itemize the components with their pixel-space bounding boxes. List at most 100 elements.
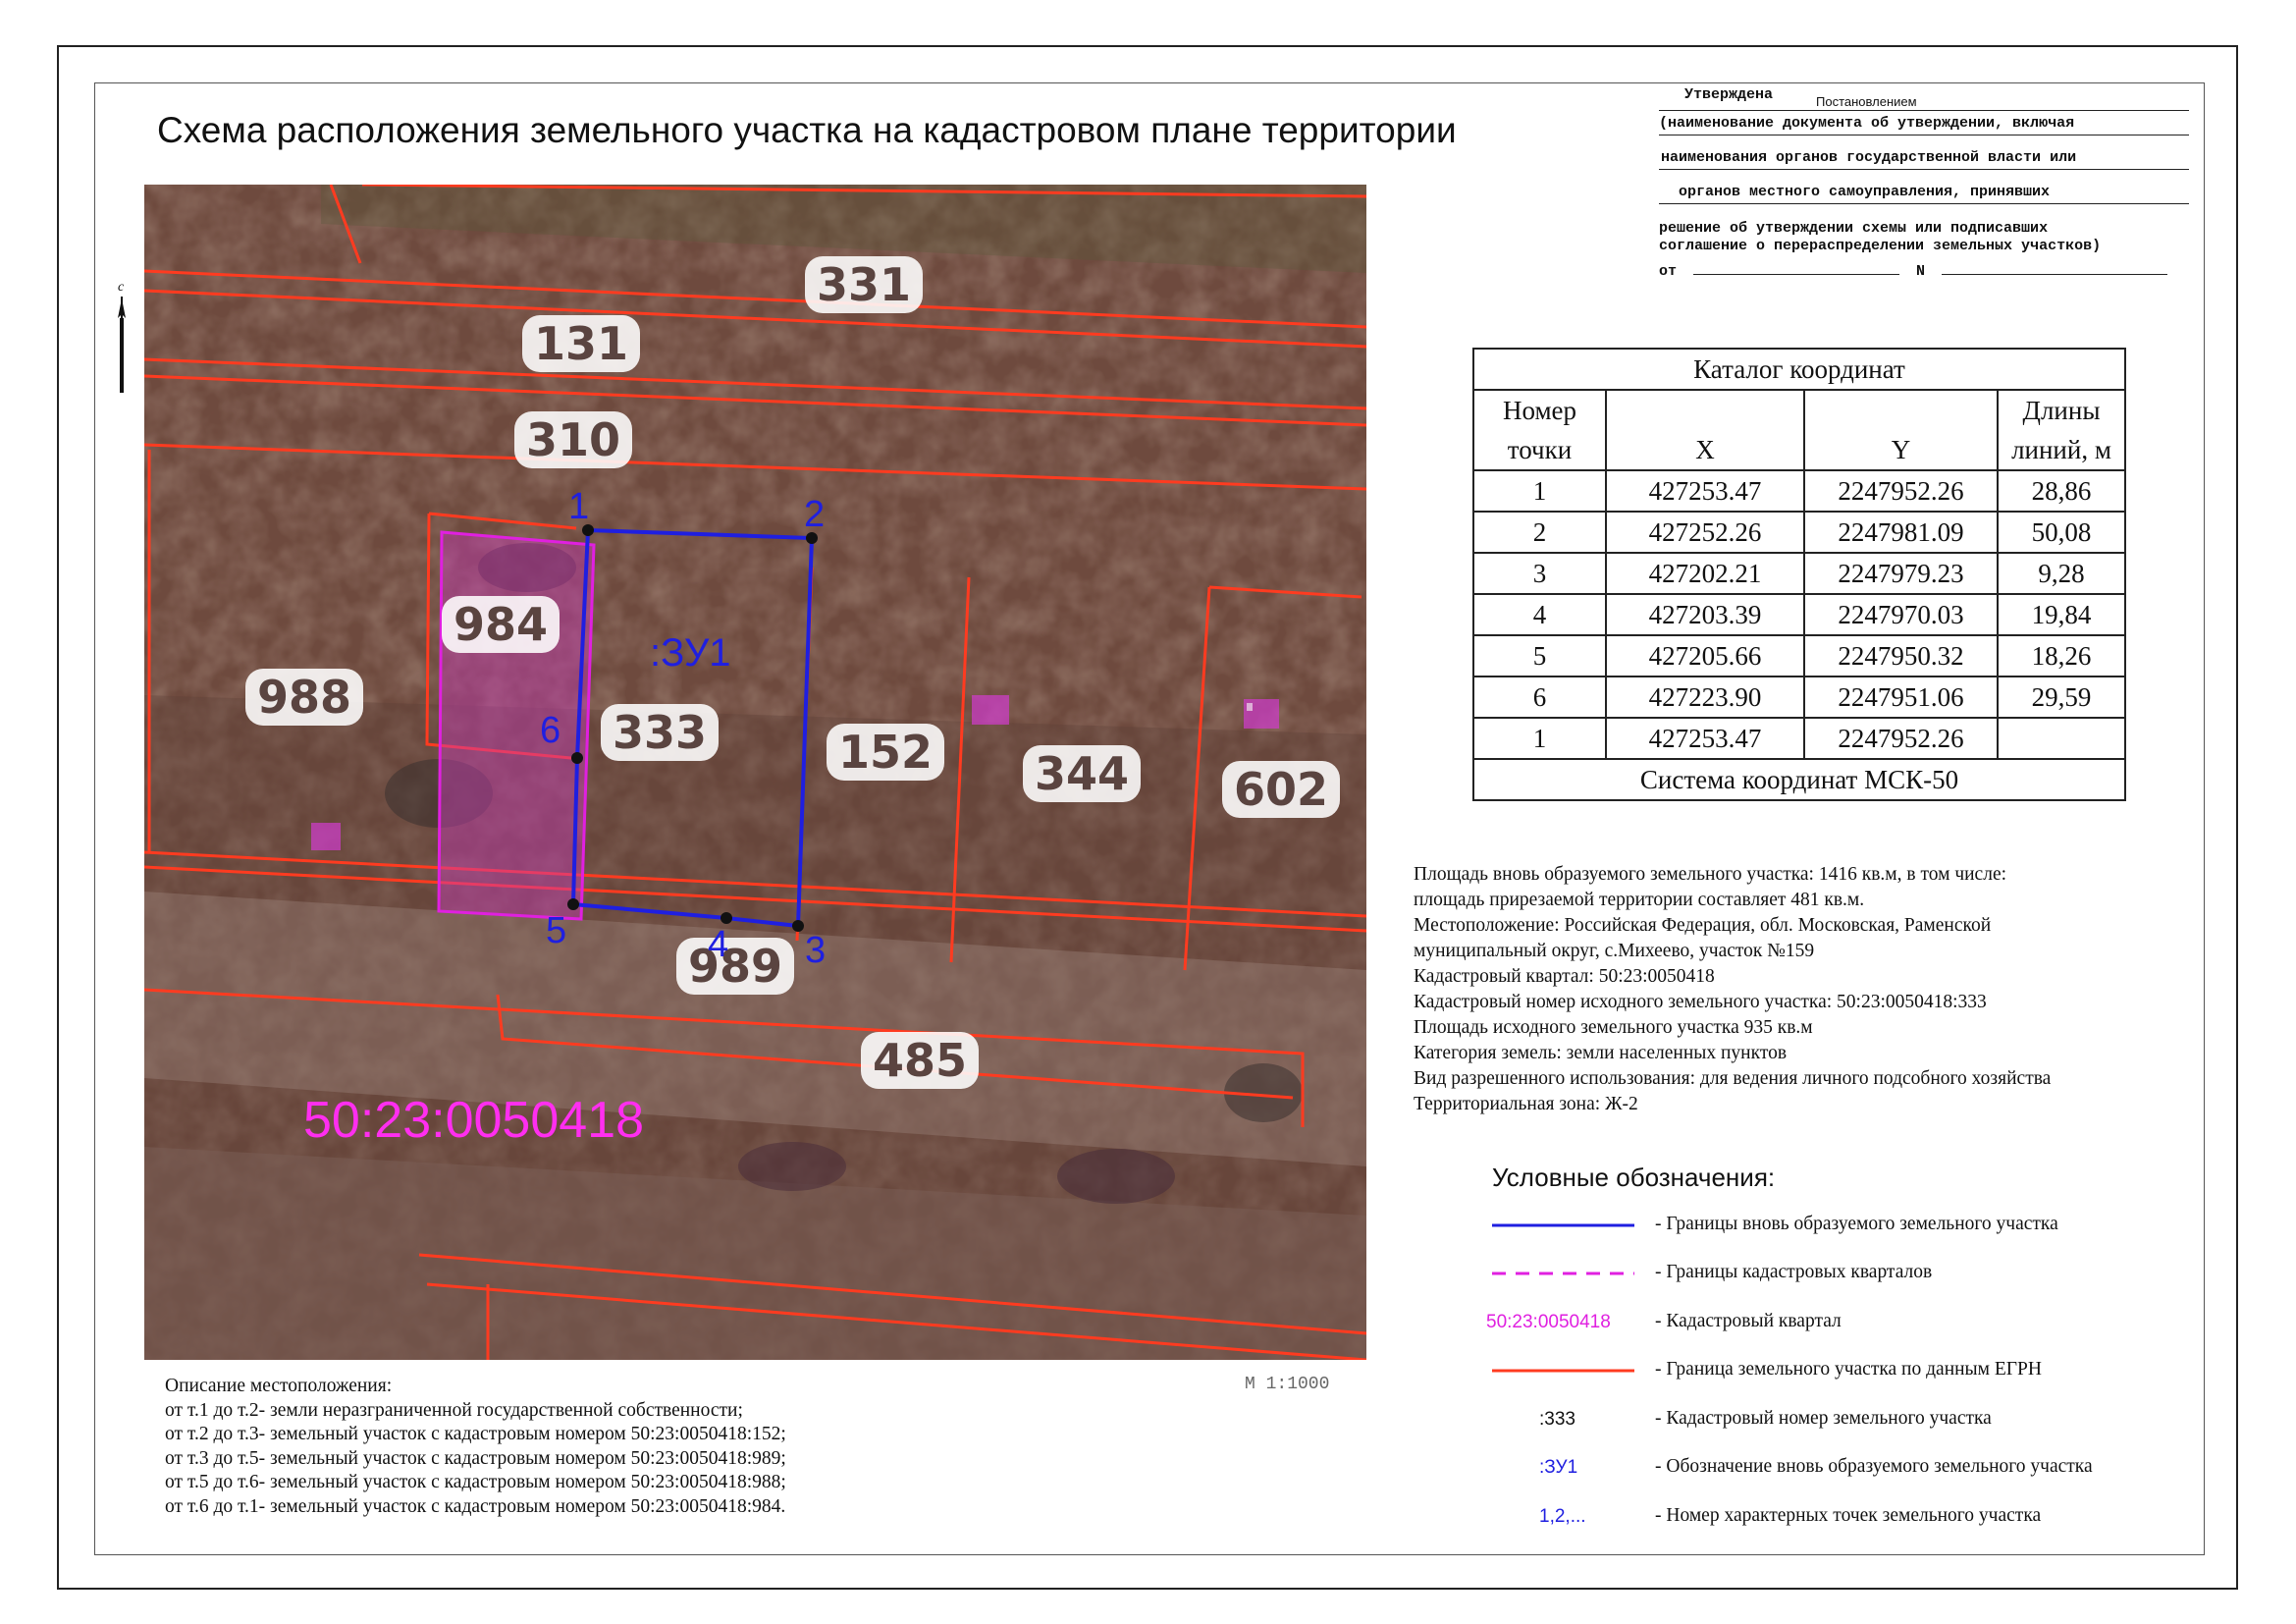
coordinate-catalog: Каталог координат Номер Длины точки X Y … — [1472, 348, 2126, 801]
point-5-marker — [567, 898, 579, 910]
north-arrow-icon: c — [118, 280, 126, 393]
new-parcel-label: :ЗУ1 — [650, 631, 730, 675]
legend-text: - Номер характерных точек земельного уча… — [1655, 1505, 2042, 1526]
catalog-cell-y: 2247981.09 — [1803, 511, 1999, 554]
map-view[interactable]: 331 131 310 984 988 333 152 344 602 989 485 1 2 3 … — [144, 185, 1366, 1360]
description-line: от т.6 до т.1- земельный участок с кадас… — [165, 1495, 786, 1517]
catalog-cell-n: 1 — [1472, 469, 1607, 513]
parcel-label-989: 989 — [688, 940, 782, 993]
info-line: муниципальный округ, с.Михеево, участок … — [1414, 941, 1815, 961]
catalog-title: Каталог координат — [1472, 348, 2126, 391]
point-4-marker — [721, 912, 732, 924]
point-3-marker — [792, 920, 804, 932]
catalog-cell-n: 1 — [1472, 717, 1607, 760]
description-line: от т.5 до т.6- земельный участок с кадас… — [165, 1472, 786, 1492]
catalog-cell-len: 50,08 — [1997, 511, 2126, 554]
description-line: от т.1 до т.2- земли неразграниченной го… — [165, 1399, 743, 1421]
catalog-cell-y: 2247970.03 — [1803, 593, 1999, 636]
catalog-row: 1 427253.47 2247952.26 — [1472, 717, 2126, 760]
catalog-col-y-top — [1803, 389, 1999, 430]
catalog-row: 6 427223.90 2247951.06 29,59 — [1472, 676, 2126, 719]
approval-line-4: наименования органов государственной вла… — [1659, 147, 2189, 170]
legend-dashed-magenta-icon — [1492, 1272, 1634, 1275]
legend-quarter-symbol: 50:23:0050418 — [1486, 1312, 1611, 1332]
svg-text:c: c — [118, 280, 125, 295]
parcel-label-988: 988 — [257, 671, 351, 724]
catalog-cell-len: 28,86 — [1997, 469, 2126, 513]
approval-decree-text: Постановлением — [1816, 94, 1917, 109]
description-line: Описание местоположения: — [165, 1376, 393, 1396]
catalog-cell-y: 2247952.26 — [1803, 469, 1999, 513]
catalog-cell-x: 427253.47 — [1605, 717, 1805, 760]
approval-decree: Постановлением — [1659, 94, 2189, 111]
catalog-col-point-2: точки — [1472, 430, 1607, 471]
point-label-1: 1 — [568, 486, 589, 527]
catalog-row: 2 427252.26 2247981.09 50,08 — [1472, 511, 2126, 554]
point-label-5: 5 — [546, 910, 566, 951]
catalog-cell-x: 427252.26 — [1605, 511, 1805, 554]
catalog-cell-x: 427203.39 — [1605, 593, 1805, 636]
catalog-cell-x: 427202.21 — [1605, 552, 1805, 595]
legend-point-numbers: 1,2,... - Номер характерных точек земель… — [1472, 1497, 2218, 1537]
approval-date-blank — [1693, 274, 1900, 275]
info-line: Площадь вновь образуемого земельного уча… — [1414, 864, 2007, 885]
catalog-cell-n: 4 — [1472, 593, 1607, 636]
catalog-row: 3 427202.21 2247979.23 9,28 — [1472, 552, 2126, 595]
catalog-cell-len: 9,28 — [1997, 552, 2126, 595]
legend-title: Условные обозначения: — [1492, 1163, 1776, 1192]
catalog-col-y: Y — [1803, 430, 1999, 471]
legend-text: - Обозначение вновь образуемого земельно… — [1655, 1456, 2093, 1477]
catalog-cell-y: 2247952.26 — [1803, 717, 1999, 760]
legend-cadastral-number: :333 - Кадастровый номер земельного учас… — [1472, 1400, 2218, 1439]
catalog-cell-n: 5 — [1472, 634, 1607, 677]
catalog-row: 4 427203.39 2247970.03 19,84 — [1472, 593, 2126, 636]
approval-line-7: соглашение о перераспределении земельных… — [1659, 238, 2102, 254]
map-scale: М 1:1000 — [1245, 1375, 1330, 1394]
catalog-cell-n: 2 — [1472, 511, 1607, 554]
catalog-row: 5 427205.66 2247950.32 18,26 — [1472, 634, 2126, 677]
parcel-info: Площадь вновь образуемого земельного уча… — [1414, 862, 2199, 1117]
legend-text: - Кадастровый номер земельного участка — [1655, 1408, 1992, 1429]
info-line: Кадастровый квартал: 50:23:0050418 — [1414, 966, 1715, 987]
map-canvas: 331131310984988333 152 344 602989485 1 2 3 … — [144, 185, 1366, 1360]
point-label-4: 4 — [708, 924, 728, 965]
tree-cluster — [738, 1142, 846, 1191]
info-line: площадь прирезаемой территории составляе… — [1414, 890, 1865, 910]
approval-number: N — [1916, 263, 1926, 280]
catalog-cell-n: 3 — [1472, 552, 1607, 595]
catalog-cell-len — [1997, 717, 2126, 760]
approval-number-blank — [1942, 274, 2168, 275]
parcel-label-333: 333 — [613, 706, 707, 759]
info-line: Кадастровый номер исходного земельного у… — [1414, 992, 1987, 1012]
parcel-label-331: 331 — [817, 258, 911, 311]
legend-egrn-boundary: - Граница земельного участка по данным Е… — [1472, 1351, 2218, 1390]
point-6-marker — [571, 752, 583, 764]
legend-red-line-icon — [1492, 1369, 1634, 1373]
catalog-rows: 1 427253.47 2247952.26 28,86 2 427252.26 22479… — [1472, 469, 2126, 760]
approval-block: Утверждена Постановлением (наименование … — [1659, 84, 2189, 283]
parcel-label-344: 344 — [1035, 747, 1129, 800]
parcel-label-152: 152 — [838, 726, 933, 779]
legend-text: - Границы кадастровых кварталов — [1655, 1262, 1933, 1282]
page-title: Схема расположения земельного участка на… — [157, 110, 1457, 150]
info-line: Территориальная зона: Ж-2 — [1414, 1094, 1638, 1114]
legend-blue-line-icon — [1492, 1223, 1634, 1227]
point-label-6: 6 — [540, 710, 561, 751]
parcel-label-602: 602 — [1234, 763, 1328, 816]
point-label-3: 3 — [805, 930, 826, 971]
new-parcel-fill — [439, 532, 594, 919]
parcel-label-485: 485 — [873, 1034, 967, 1087]
catalog-cell-len: 29,59 — [1997, 676, 2126, 719]
catalog-col-len-1: Длины — [1997, 389, 2126, 430]
approval-line-5: органов местного самоуправления, принявш… — [1659, 182, 2189, 204]
catalog-footer: Система координат МСК-50 — [1472, 758, 2126, 801]
catalog-row: 1 427253.47 2247952.26 28,86 — [1472, 469, 2126, 513]
catalog-cell-x: 427253.47 — [1605, 469, 1805, 513]
catalog-cell-y: 2247950.32 — [1803, 634, 1999, 677]
info-line: Местоположение: Российская Федерация, об… — [1414, 915, 1992, 936]
magenta-marker — [311, 823, 341, 850]
parcel-label-310: 310 — [526, 413, 620, 466]
location-description: Описание местоположения: от т.1 до т.2- … — [165, 1375, 786, 1519]
quarter-label: 50:23:0050418 — [303, 1092, 644, 1149]
approval-date-line: от N — [1659, 261, 2189, 283]
